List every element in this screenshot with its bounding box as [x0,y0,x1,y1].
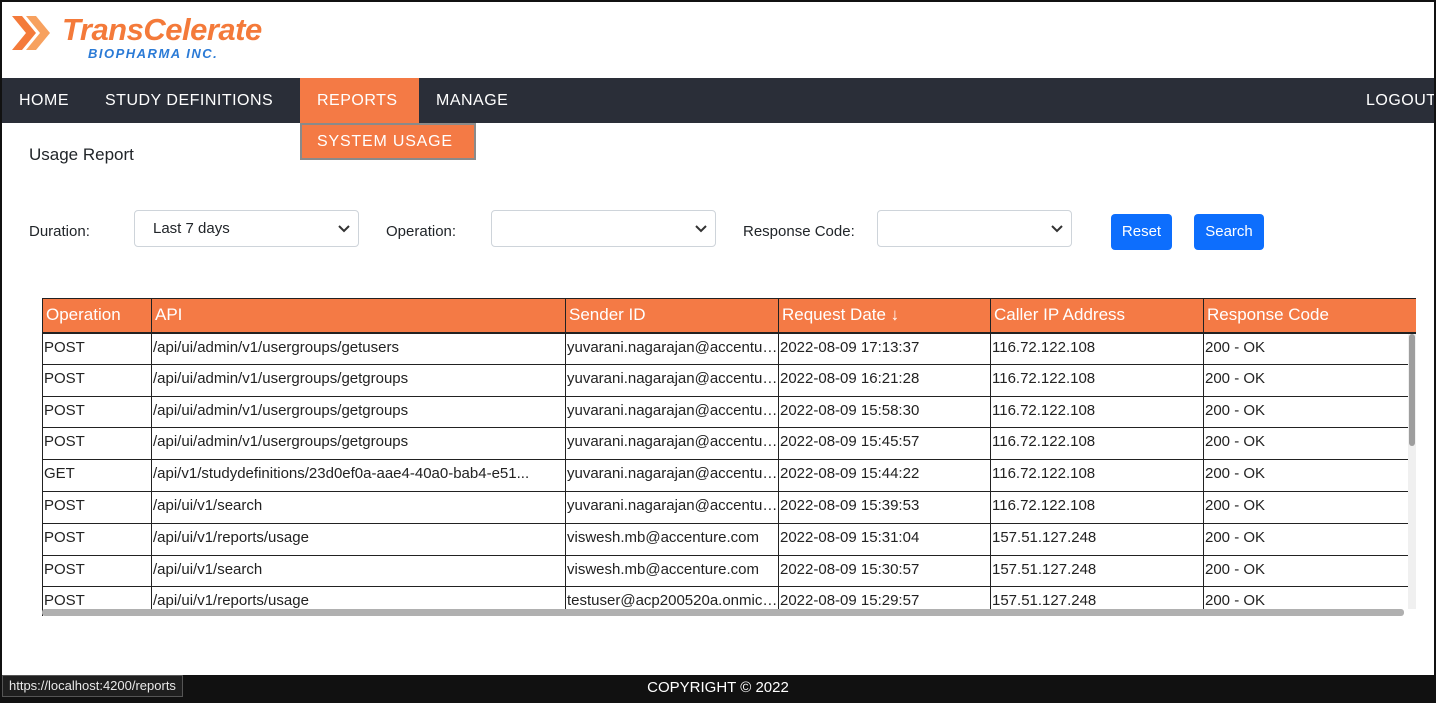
cell-sender-id: viswesh.mb@accenture.com [565,555,779,588]
main-nav: HOME STUDY DEFINITIONS REPORTS MANAGE LO… [2,78,1434,123]
logout-link[interactable]: LOGOUT [1366,78,1434,123]
cell-request-date: 2022-08-09 16:21:28 [778,364,991,397]
brand-title: TransCelerate [62,12,262,47]
cell-api: /api/ui/admin/v1/usergroups/getusers [151,332,566,365]
cell-sender-id: viswesh.mb@accenture.com [565,523,779,556]
cell-response-code: 200 - OK [1203,396,1416,429]
column-header-api[interactable]: API [151,298,566,334]
copyright-text: COPYRIGHT © 2022 [647,679,789,696]
table-row[interactable]: POST /api/ui/admin/v1/usergroups/getuser… [42,332,1416,365]
duration-select[interactable]: Last 7 days [134,210,359,247]
chevron-down-icon [1051,211,1063,246]
response-code-label: Response Code: [743,223,855,240]
cell-response-code: 200 - OK [1203,491,1416,524]
cell-request-date: 2022-08-09 15:44:22 [778,459,991,492]
response-code-select[interactable] [877,210,1072,247]
cell-operation: GET [42,459,152,492]
cell-caller-ip: 157.51.127.248 [990,523,1204,556]
reset-button[interactable]: Reset [1111,214,1172,250]
cell-sender-id: yuvarani.nagarajan@accenture.com [565,491,779,524]
duration-select-value: Last 7 days [153,220,230,237]
usage-table: Operation API Sender ID Request Date ↓ C… [42,298,1416,616]
cell-operation: POST [42,427,152,461]
menu-item-system-usage[interactable]: SYSTEM USAGE [300,123,476,160]
cell-response-code: 200 - OK [1203,459,1416,492]
cell-response-code: 200 - OK [1203,523,1416,556]
app-window: TransCelerate BIOPHARMA INC. HOME STUDY … [0,0,1436,703]
cell-request-date: 2022-08-09 15:30:57 [778,555,991,588]
cell-sender-id: yuvarani.nagarajan@accenture.com [565,332,779,365]
cell-caller-ip: 116.72.122.108 [990,459,1204,492]
cell-response-code: 200 - OK [1203,332,1416,365]
header: TransCelerate BIOPHARMA INC. [2,2,1434,78]
search-button[interactable]: Search [1194,214,1264,250]
cell-sender-id: yuvarani.nagarajan@accenture.com [565,364,779,397]
cell-request-date: 2022-08-09 15:58:30 [778,396,991,429]
cell-response-code: 200 - OK [1203,555,1416,588]
cell-operation: POST [42,555,152,588]
cell-response-code: 200 - OK [1203,364,1416,397]
cell-caller-ip: 116.72.122.108 [990,427,1204,461]
cell-response-code: 200 - OK [1203,427,1416,461]
table-row[interactable]: POST /api/ui/v1/reports/usage viswesh.mb… [42,523,1416,556]
chevron-down-icon [338,211,350,246]
table-horizontal-scrollbar[interactable] [42,609,1404,616]
chevron-down-icon [695,211,707,246]
nav-reports[interactable]: REPORTS [300,78,419,123]
table-row[interactable]: POST /api/ui/admin/v1/usergroups/getgrou… [42,396,1416,429]
page-title: Usage Report [29,145,134,164]
cell-api: /api/ui/admin/v1/usergroups/getgroups [151,364,566,397]
cell-request-date: 2022-08-09 15:31:04 [778,523,991,556]
cell-request-date: 2022-08-09 15:39:53 [778,491,991,524]
table-row[interactable]: POST /api/ui/v1/search viswesh.mb@accent… [42,555,1416,588]
table-vertical-scrollbar[interactable] [1408,334,1416,609]
cell-request-date: 2022-08-09 17:13:37 [778,332,991,365]
cell-api: /api/ui/admin/v1/usergroups/getgroups [151,396,566,429]
cell-caller-ip: 116.72.122.108 [990,396,1204,429]
column-header-operation[interactable]: Operation [42,298,152,334]
table-row[interactable]: POST /api/ui/v1/search yuvarani.nagaraja… [42,491,1416,524]
table-row[interactable]: POST /api/ui/admin/v1/usergroups/getgrou… [42,364,1416,397]
chevron-logo-icon [12,16,50,50]
nav-manage[interactable]: MANAGE [436,78,508,123]
cell-api: /api/ui/v1/search [151,491,566,524]
cell-api: /api/ui/v1/search [151,555,566,588]
duration-label: Duration: [29,223,90,240]
cell-sender-id: yuvarani.nagarajan@accenture.com [565,427,779,461]
brand-logo[interactable]: TransCelerate BIOPHARMA INC. [12,14,262,60]
cell-api: /api/v1/studydefinitions/23d0ef0a-aae4-4… [151,459,566,492]
cell-api: /api/ui/v1/reports/usage [151,523,566,556]
cell-sender-id: yuvarani.nagarajan@accenture.com [565,459,779,492]
operation-select[interactable] [491,210,716,247]
column-header-sender-id[interactable]: Sender ID [565,298,779,334]
column-header-caller-ip[interactable]: Caller IP Address [990,298,1204,334]
table-row[interactable]: POST /api/ui/admin/v1/usergroups/getgrou… [42,427,1416,461]
cell-operation: POST [42,396,152,429]
cell-caller-ip: 116.72.122.108 [990,364,1204,397]
cell-operation: POST [42,523,152,556]
table-header-row: Operation API Sender ID Request Date ↓ C… [42,298,1416,334]
cell-operation: POST [42,364,152,397]
cell-sender-id: yuvarani.nagarajan@accenture.com [565,396,779,429]
cell-operation: POST [42,332,152,365]
column-header-request-date[interactable]: Request Date ↓ [778,298,991,334]
cell-api: /api/ui/admin/v1/usergroups/getgroups [151,427,566,461]
brand-subtitle: BIOPHARMA INC. [88,46,219,61]
nav-home[interactable]: HOME [19,78,69,123]
column-header-response-code[interactable]: Response Code [1203,298,1416,334]
status-bar-url: https://localhost:4200/reports [2,675,183,697]
cell-operation: POST [42,491,152,524]
cell-caller-ip: 116.72.122.108 [990,491,1204,524]
scrollbar-thumb[interactable] [1409,334,1415,446]
cell-caller-ip: 116.72.122.108 [990,332,1204,365]
cell-request-date: 2022-08-09 15:45:57 [778,427,991,461]
nav-study-definitions[interactable]: STUDY DEFINITIONS [105,78,273,123]
table-row[interactable]: GET /api/v1/studydefinitions/23d0ef0a-aa… [42,459,1416,492]
cell-caller-ip: 157.51.127.248 [990,555,1204,588]
operation-label: Operation: [386,223,457,240]
footer: COPYRIGHT © 2022 [2,675,1434,701]
